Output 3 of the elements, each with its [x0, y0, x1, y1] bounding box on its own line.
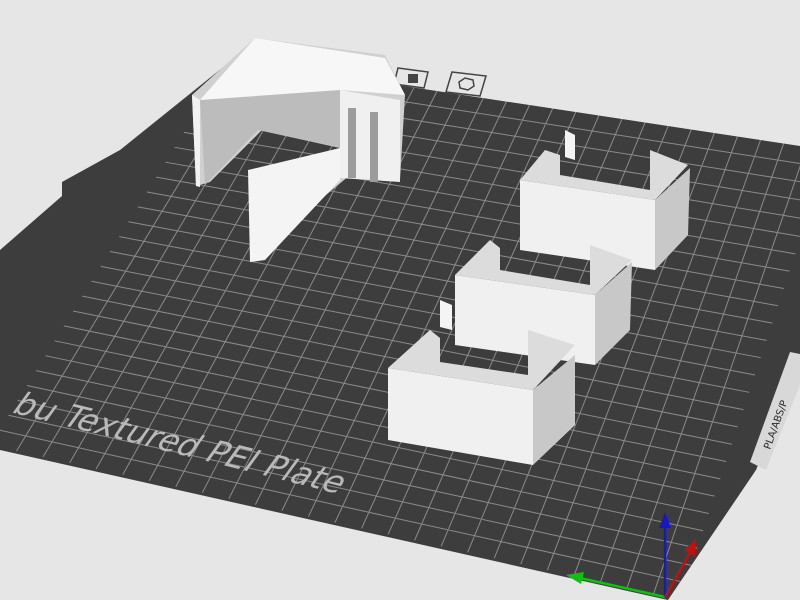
hexagon-icon — [445, 71, 487, 97]
plate-label: bu Textured PEI Plate — [5, 386, 356, 500]
x-axis-arrow — [664, 539, 696, 598]
